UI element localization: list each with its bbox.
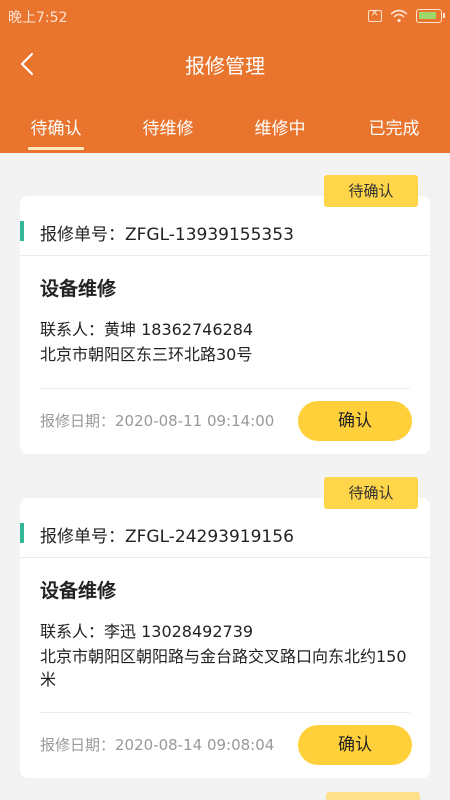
card-divider [40, 388, 410, 389]
order-number-row: 报修单号：ZFGL-24293919156 [20, 518, 430, 548]
status-badge: 待确认 [324, 477, 418, 509]
status-icons [368, 6, 445, 24]
app-header: 晚上7:52 报修管理 待确认 待维修 维修中 已完成 [0, 0, 450, 153]
order-number-row: 报修单号：ZFGL-13939155353 [20, 216, 430, 246]
accent-bar [20, 523, 24, 543]
service-type: 设备维修 [40, 278, 117, 300]
status-badge: 待确认 [324, 175, 418, 207]
tab-in-repair[interactable]: 维修中 [230, 114, 330, 139]
battery-icon [416, 9, 445, 23]
service-type: 设备维修 [40, 580, 117, 602]
tab-pending-confirm[interactable]: 待确认 [6, 114, 106, 139]
tab-pending-repair[interactable]: 待维修 [118, 114, 218, 139]
card-divider [20, 255, 430, 256]
next-card-badge-peek [326, 792, 420, 800]
status-time: 晚上7:52 [8, 10, 68, 26]
tab-bar: 待确认 待维修 维修中 已完成 [0, 108, 450, 153]
report-date: 报修日期：2020-08-11 09:14:00 [40, 412, 275, 430]
active-tab-indicator [28, 147, 84, 150]
confirm-button[interactable]: 确认 [298, 725, 412, 765]
page-title: 报修管理 [185, 54, 265, 78]
repair-order-card: 待确认 报修单号：ZFGL-13939155353 设备维修 联系人：黄坤 18… [20, 175, 430, 454]
order-number: 报修单号：ZFGL-24293919156 [40, 527, 294, 547]
card-divider [20, 557, 430, 558]
repair-order-card: 待确认 报修单号：ZFGL-24293919156 设备维修 联系人：李迅 13… [20, 477, 430, 778]
confirm-button[interactable]: 确认 [298, 401, 412, 441]
accent-bar [20, 221, 24, 241]
card-divider [40, 712, 410, 713]
wifi-icon [390, 9, 408, 23]
report-date: 报修日期：2020-08-14 09:08:04 [40, 736, 275, 754]
address: 北京市朝阳区朝阳路与金台路交叉路口向东北约150米 [40, 647, 407, 689]
no-sim-icon [368, 6, 382, 22]
address: 北京市朝阳区东三环北路30号 [40, 345, 253, 364]
contact-info: 联系人：李迅 13028492739 [40, 622, 254, 641]
contact-info: 联系人：黄坤 18362746284 [40, 320, 254, 339]
order-number: 报修单号：ZFGL-13939155353 [40, 225, 294, 245]
tab-completed[interactable]: 已完成 [344, 114, 444, 139]
status-bar: 晚上7:52 [0, 0, 450, 32]
